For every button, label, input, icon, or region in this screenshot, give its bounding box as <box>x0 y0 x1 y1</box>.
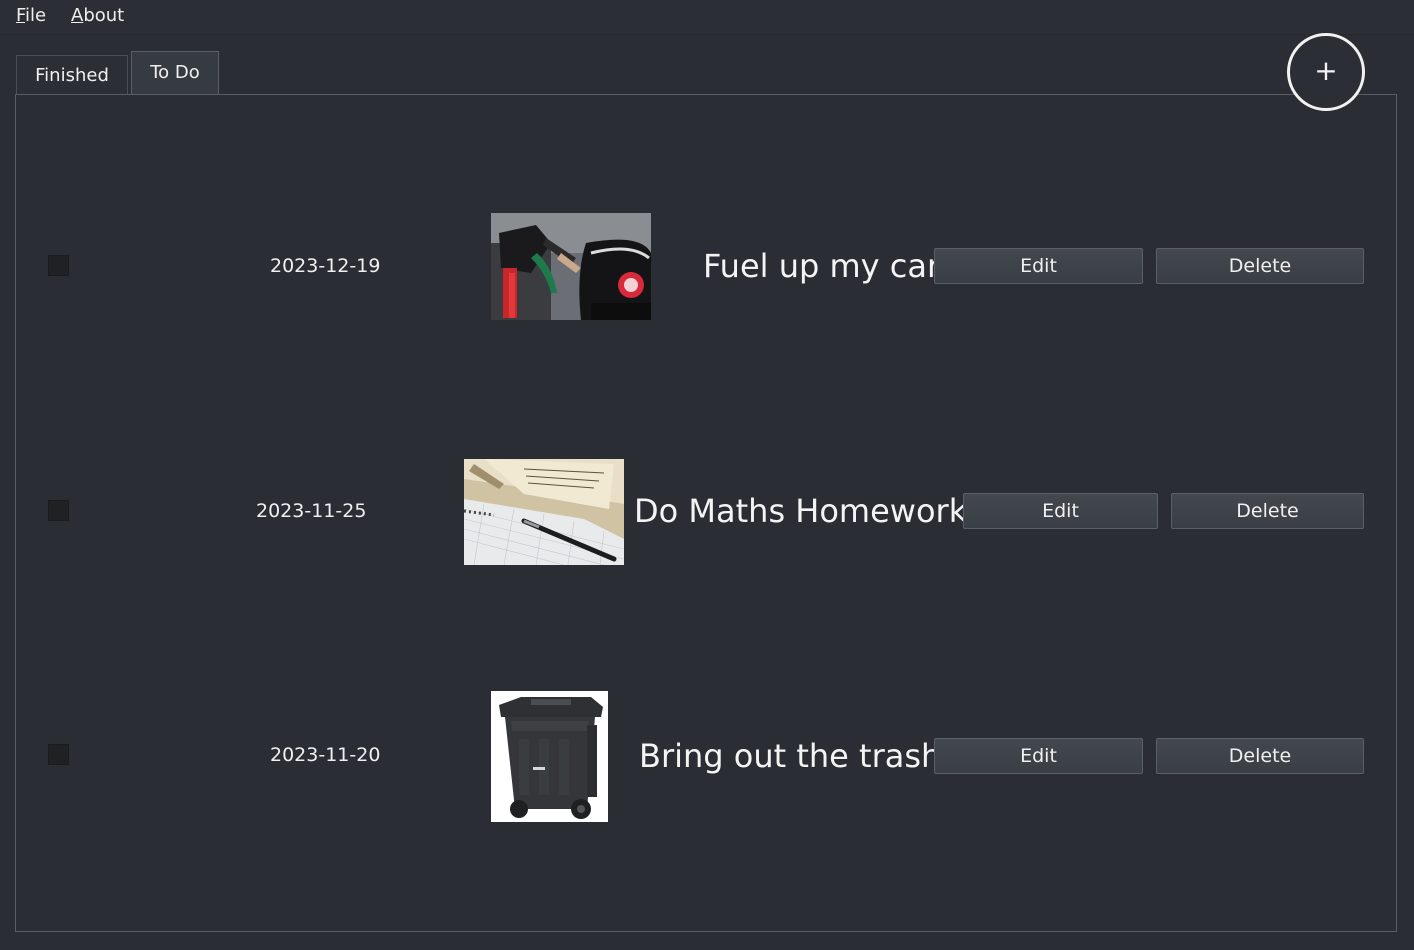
trash-bin-image <box>491 691 608 822</box>
task-title: Fuel up my car <box>703 247 941 285</box>
task-checkbox[interactable] <box>48 255 69 276</box>
menu-file[interactable]: File <box>16 5 46 26</box>
menu-about-label: bout <box>83 5 125 26</box>
menu-file-mnemonic: F <box>16 5 26 26</box>
tab-todo[interactable]: To Do <box>131 51 219 95</box>
task-checkbox[interactable] <box>48 744 69 765</box>
task-date: 2023-11-25 <box>256 500 367 522</box>
task-date: 2023-12-19 <box>270 255 381 277</box>
trash-bin-photo <box>491 691 608 822</box>
delete-button[interactable]: Delete <box>1156 248 1364 284</box>
edit-button[interactable]: Edit <box>934 738 1143 774</box>
task-title: Bring out the trash <box>639 737 942 775</box>
delete-button[interactable]: Delete <box>1156 738 1364 774</box>
car-fuel-image <box>491 213 651 320</box>
task-checkbox[interactable] <box>48 500 69 521</box>
homework-image <box>464 459 624 565</box>
delete-button[interactable]: Delete <box>1171 493 1364 529</box>
menu-file-label: ile <box>25 5 47 26</box>
edit-button[interactable]: Edit <box>963 493 1158 529</box>
add-task-button[interactable]: + <box>1287 33 1365 111</box>
car-fuel-photo <box>491 213 651 320</box>
tab-finished[interactable]: Finished <box>16 55 128 94</box>
menu-bar: File About <box>0 0 1414 35</box>
homework-notebook-photo <box>464 459 624 565</box>
menu-about-mnemonic: A <box>71 5 84 26</box>
task-date: 2023-11-20 <box>270 744 381 766</box>
menu-about[interactable]: About <box>71 5 124 26</box>
task-title: Do Maths Homework <box>634 492 968 530</box>
edit-button[interactable]: Edit <box>934 248 1143 284</box>
